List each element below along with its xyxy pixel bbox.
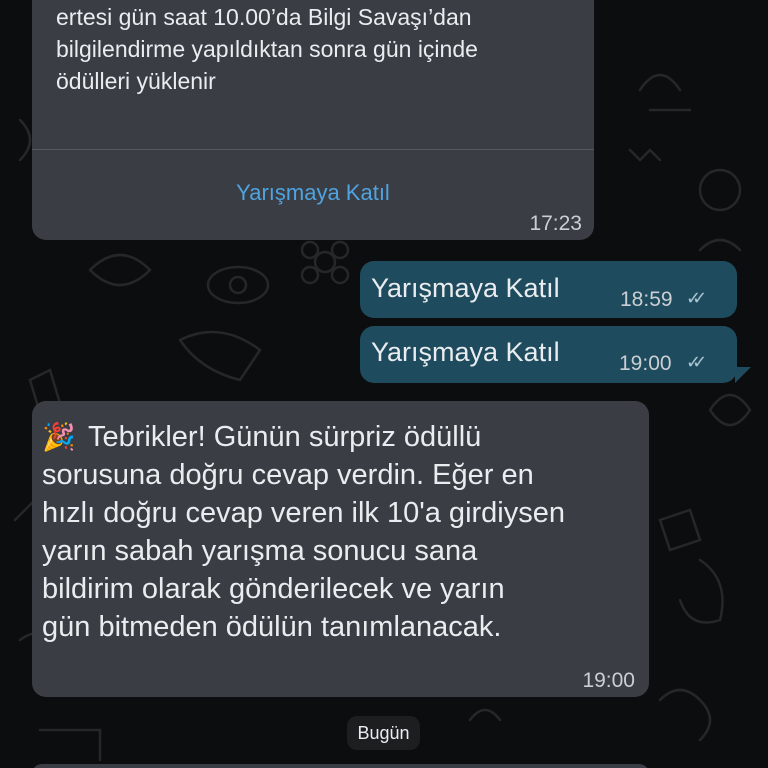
message-text-line: ödülleri yüklenir <box>56 68 216 94</box>
date-chip-label: Bugün <box>357 723 410 743</box>
incoming-message-card: ertesi gün saat 10.00’da Bilgi Savaşı’da… <box>32 0 594 240</box>
incoming-message: 🎉 Tebrikler! Günün sürpriz ödüllü sorusu… <box>32 401 649 697</box>
message-text-line: gün bitmeden ödülün tanımlanacak. <box>42 611 502 643</box>
message-text: Yarışmaya Katıl <box>371 337 560 367</box>
message-time: 19:00 <box>619 352 672 375</box>
message-text-line: hızlı doğru cevap veren ilk 10'a girdiys… <box>42 497 565 529</box>
read-receipt-icon: ✓✓ <box>686 352 707 372</box>
message-text-line: Tebrikler! Günün sürpriz ödüllü <box>88 421 482 453</box>
outgoing-message: Yarışmaya Katıl 19:00 ✓✓ <box>360 326 737 383</box>
message-text: Yarışmaya Katıl <box>371 273 560 303</box>
message-time: 19:00 <box>582 669 635 692</box>
party-popper-icon: 🎉 <box>42 422 76 452</box>
message-text-line: bilgilendirme yapıldıktan sonra gün için… <box>56 36 478 62</box>
outgoing-message: Yarışmaya Katıl 18:59 ✓✓ <box>360 261 737 318</box>
message-text-line: bildirim olarak gönderilecek ve yarın <box>42 573 505 605</box>
bubble-tail <box>735 367 751 383</box>
message-time: 18:59 <box>620 288 673 311</box>
read-receipt-icon: ✓✓ <box>686 288 707 308</box>
date-chip: Bugün <box>347 716 420 750</box>
message-text-line: yarın sabah yarışma sonucu sana <box>42 535 478 567</box>
message-text-line: sorusuna doğru cevap verdin. Eğer en <box>42 459 534 491</box>
divider <box>32 149 594 150</box>
incoming-message-partial <box>32 764 649 768</box>
message-text-line: ertesi gün saat 10.00’da Bilgi Savaşı’da… <box>56 4 472 30</box>
join-contest-button[interactable]: Yarışmaya Katıl <box>32 180 594 206</box>
chat-screen: ertesi gün saat 10.00’da Bilgi Savaşı’da… <box>0 0 768 768</box>
message-time: 17:23 <box>529 212 582 235</box>
